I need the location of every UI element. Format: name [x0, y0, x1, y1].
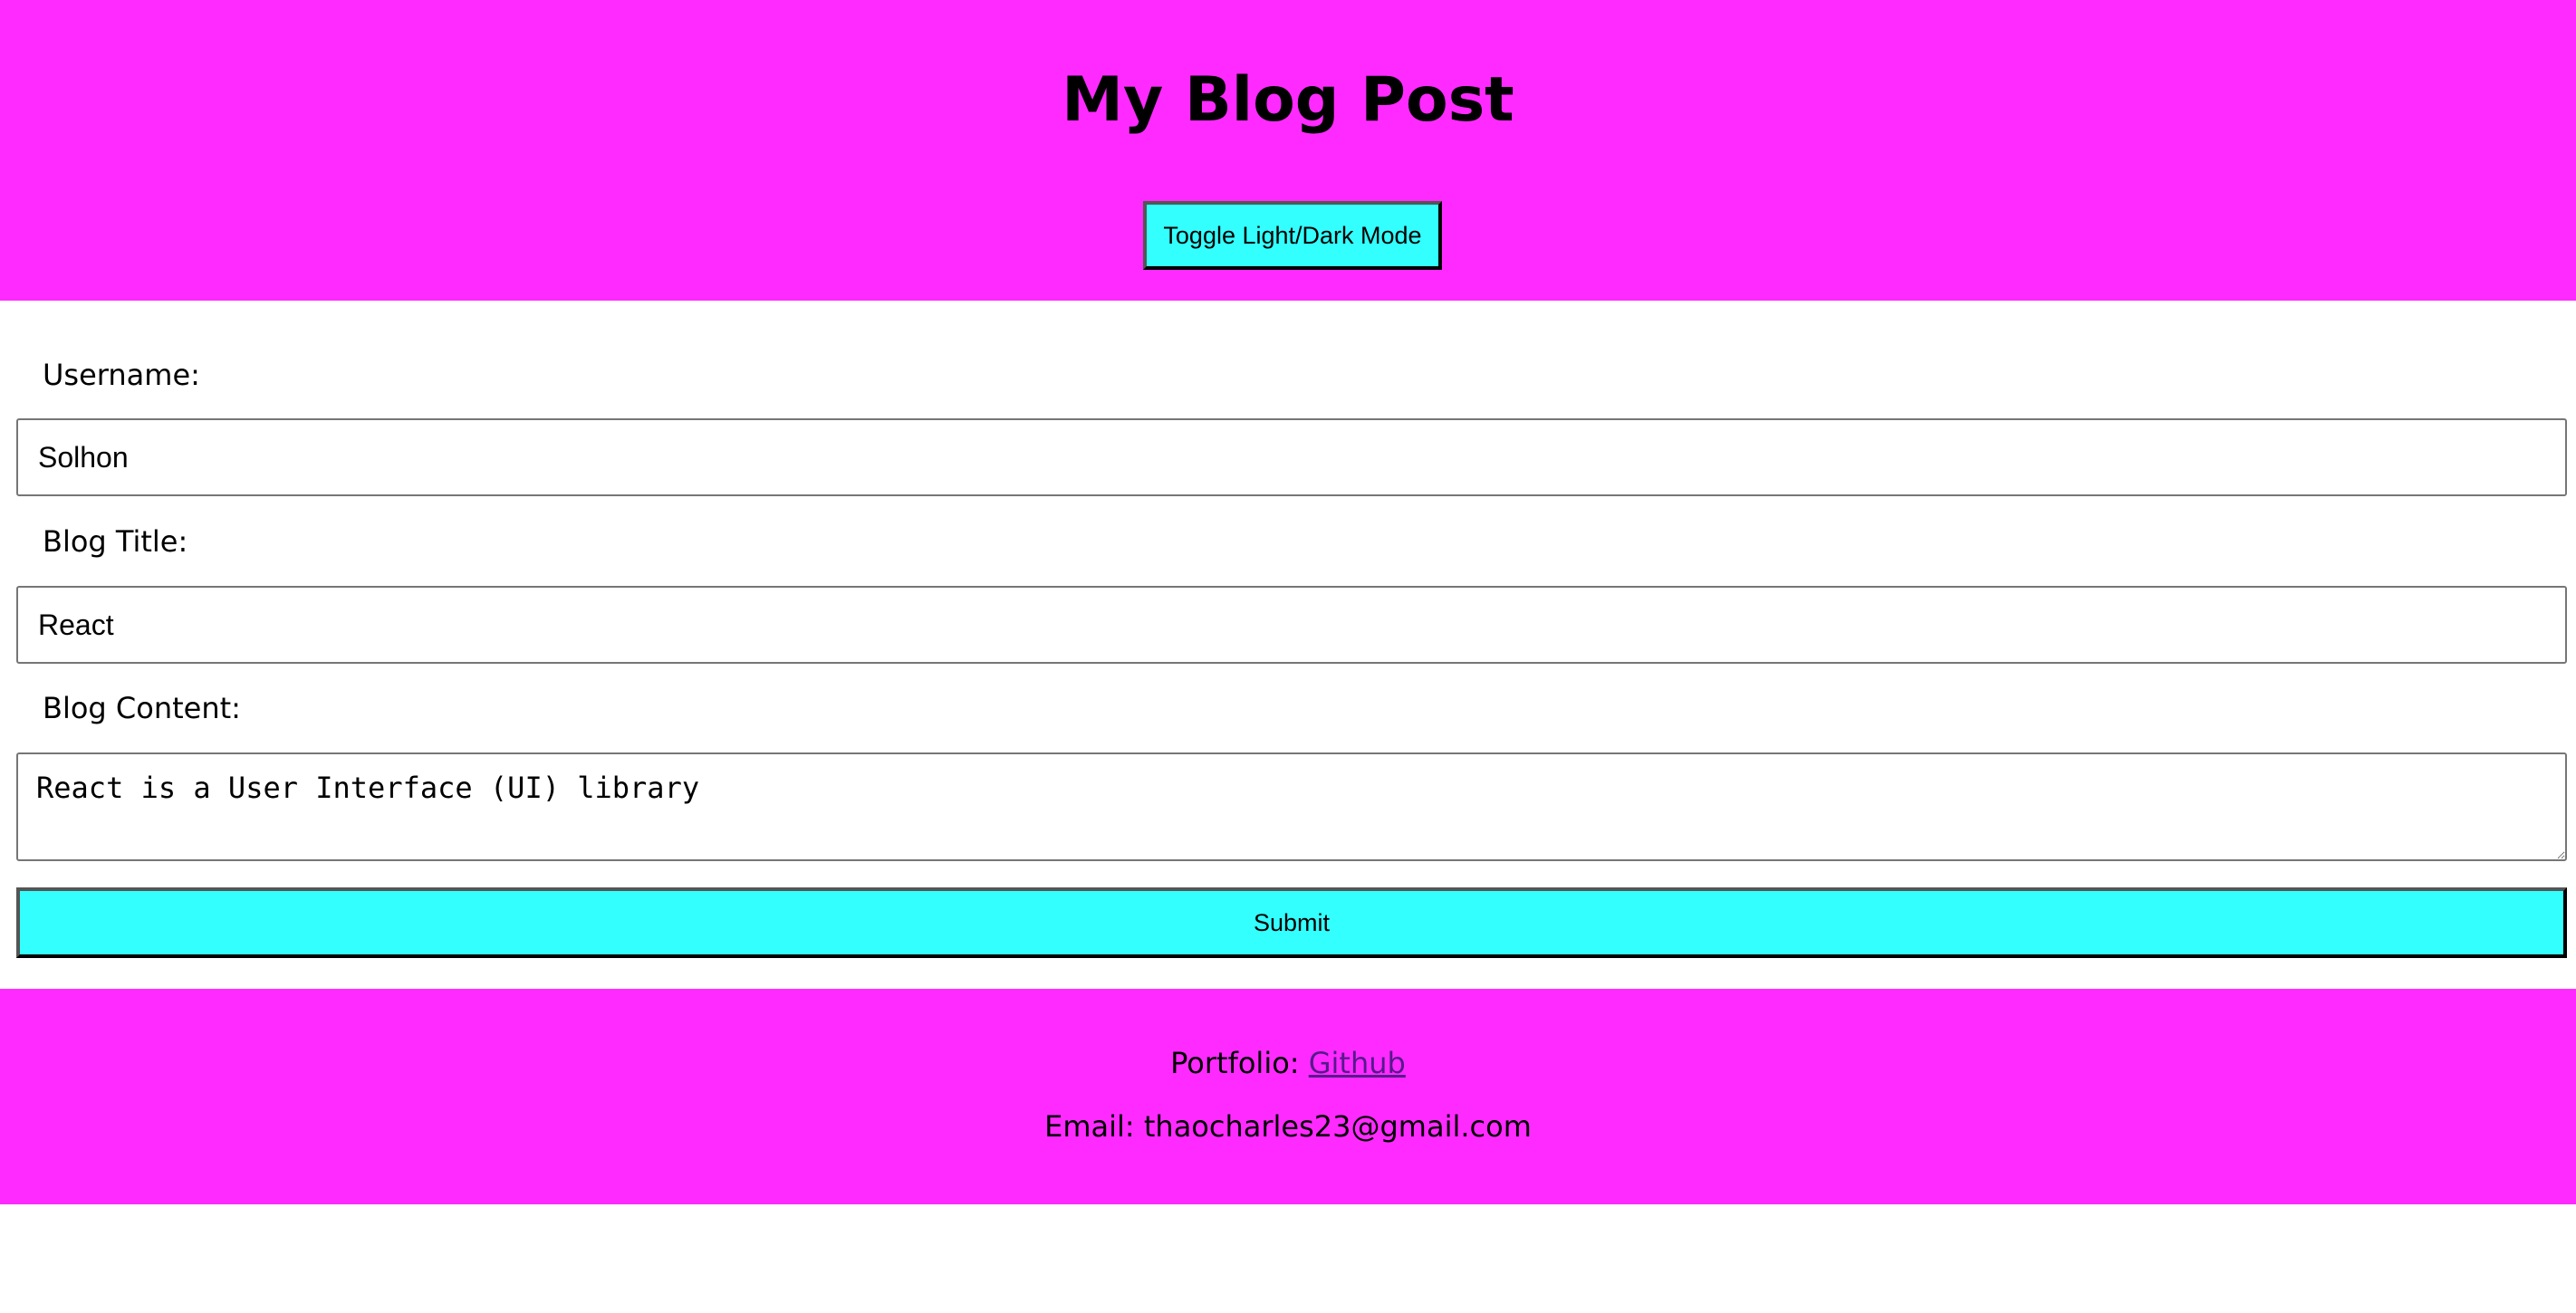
submit-button[interactable]: Submit — [16, 887, 2567, 958]
page-footer: Portfolio: Github Email: thaocharles23@g… — [0, 989, 2576, 1204]
email-line: Email: thaocharles23@gmail.com — [1044, 1109, 1532, 1144]
blog-title-label: Blog Title: — [43, 524, 188, 559]
page-header: My Blog Post Toggle Light/Dark Mode — [0, 0, 2576, 301]
toggle-theme-button[interactable]: Toggle Light/Dark Mode — [1143, 201, 1442, 270]
blog-content-label: Blog Content: — [43, 691, 241, 725]
username-input[interactable] — [16, 418, 2567, 496]
blog-content-textarea[interactable]: React is a User Interface (UI) library — [16, 752, 2567, 861]
blog-title-input[interactable] — [16, 586, 2567, 664]
username-label: Username: — [43, 358, 200, 392]
github-link[interactable]: Github — [1309, 1046, 1406, 1080]
portfolio-label: Portfolio: — [1170, 1046, 1309, 1080]
page-title: My Blog Post — [1062, 64, 1514, 136]
portfolio-line: Portfolio: Github — [0, 1045, 2576, 1081]
